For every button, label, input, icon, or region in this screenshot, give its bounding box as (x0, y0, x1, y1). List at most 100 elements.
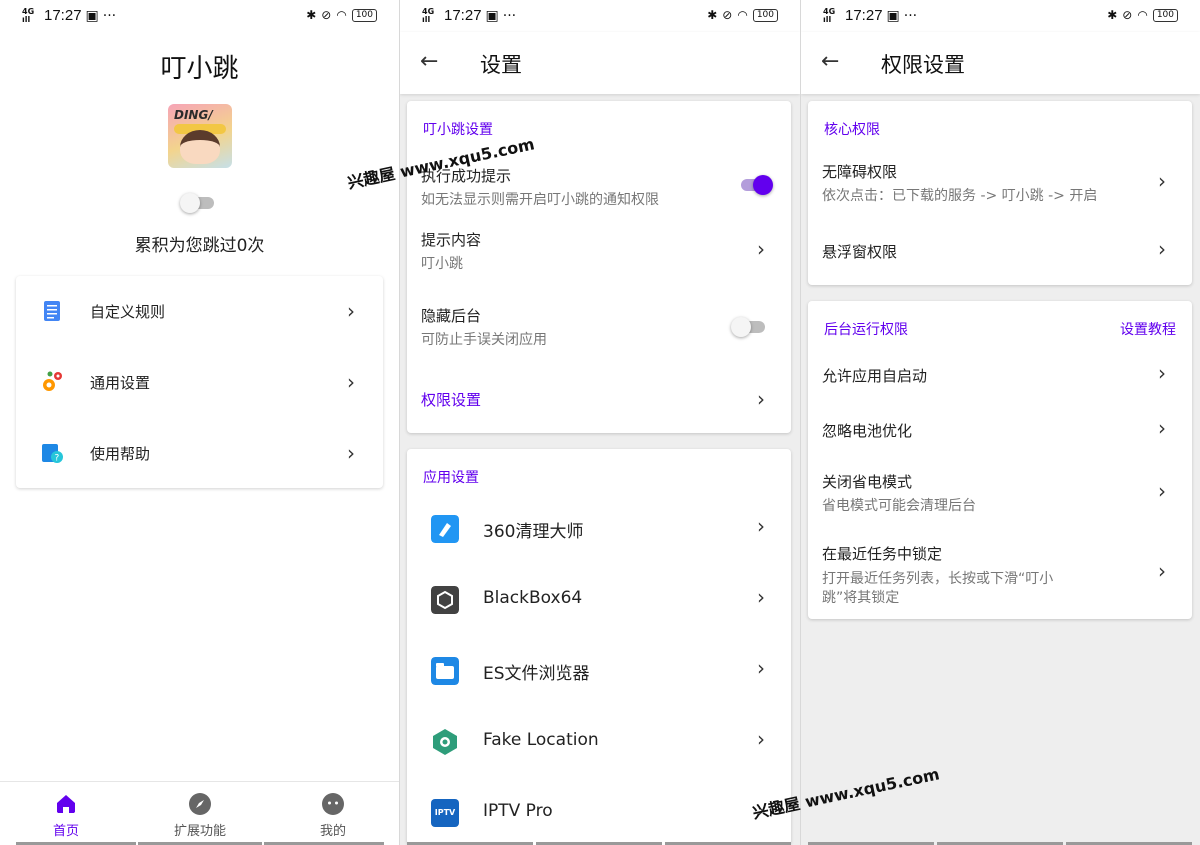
app-row-blackbox64[interactable]: BlackBox64 › (407, 565, 791, 635)
row-battery-optimization[interactable]: 忽略电池优化 › (808, 412, 1192, 452)
chevron-right-icon: › (347, 370, 355, 394)
mute-icon: ⊘ (321, 8, 332, 22)
row-title: 悬浮窗权限 (822, 243, 898, 261)
battery-icon: 100 (351, 8, 377, 22)
chevron-right-icon: › (347, 299, 355, 323)
row-notice-content[interactable]: 提示内容 叮小跳 › (407, 223, 791, 279)
signal-icon: 4G ıll (823, 6, 836, 24)
box-icon (431, 586, 459, 614)
row-permission-settings[interactable]: 权限设置 › (407, 381, 791, 421)
status-bar: 4G ıll 17:27 ▣ ··· ✱ ⊘ ◠ 100 (801, 0, 1200, 32)
mute-icon: ⊘ (1122, 8, 1133, 22)
bluetooth-icon: ✱ (707, 8, 718, 22)
more-icon: ··· (102, 7, 117, 24)
row-accessibility[interactable]: 无障碍权限 依次点击：已下载的服务 -> 叮小跳 -> 开启 › (808, 157, 1192, 213)
back-arrow-icon[interactable]: ← (420, 50, 444, 74)
row-title: 提示内容 (421, 231, 482, 249)
iptv-icon: IPTV (431, 799, 459, 827)
row-subtitle: 依次点击：已下载的服务 -> 叮小跳 -> 开启 (822, 188, 1098, 204)
nav-item-profile[interactable]: 我的 (283, 792, 383, 839)
chevron-right-icon: › (1158, 416, 1166, 440)
chevron-right-icon: › (1158, 479, 1166, 503)
app-row-es-file-explorer[interactable]: ES文件浏览器 › (407, 636, 791, 706)
chevron-right-icon: › (757, 387, 765, 411)
battery-icon: 100 (1152, 8, 1178, 22)
app-row-iptv-pro[interactable]: IPTV IPTV Pro › (407, 778, 791, 845)
nav-item-extensions[interactable]: 扩展功能 (150, 792, 250, 839)
wifi-icon: ◠ (336, 8, 347, 22)
row-title: 允许应用自启动 (822, 367, 928, 385)
row-auto-start[interactable]: 允许应用自启动 › (808, 357, 1192, 397)
service-toggle[interactable] (180, 193, 216, 213)
mute-icon: ⊘ (722, 8, 733, 22)
document-icon (44, 301, 60, 321)
menu-item-general-settings[interactable]: 通用设置 › (16, 347, 383, 417)
signal-icon: 4G ıll (22, 6, 35, 24)
home-screen: 4G ıll 17:27 ▣ ··· ✱ ⊘ ◠ 100 叮小跳 DING/ 累积… (0, 0, 399, 845)
battery-icon: 100 (752, 8, 778, 22)
row-hide-background[interactable]: 隐藏后台 可防止手误关闭应用 (407, 299, 791, 355)
row-title: 隐藏后台 (421, 307, 482, 325)
row-title: 在最近任务中锁定 (822, 545, 943, 563)
row-subtitle: 跳”将其锁定 (822, 590, 900, 606)
wifi-icon: ◠ (737, 8, 748, 22)
permission-settings-screen: 4G ıll 17:27 ▣ ··· ✱ ⊘ ◠ 100 ← 权限设置 核心权限 … (801, 0, 1200, 845)
chevron-right-icon: › (757, 656, 765, 680)
chevron-right-icon: › (1158, 361, 1166, 385)
row-subtitle: 可防止手误关闭应用 (421, 332, 547, 348)
app-row-fake-location[interactable]: Fake Location › (407, 707, 791, 777)
row-subtitle: 叮小跳 (421, 256, 463, 272)
home-menu-card: 自定义规则 › 通用设置 › ? 使用帮助 › (16, 276, 383, 488)
app-row-360-cleaner[interactable]: 360清理大师 › (407, 494, 791, 564)
bluetooth-icon: ✱ (306, 8, 317, 22)
bottom-navigation: 首页 扩展功能 我的 (0, 781, 399, 845)
row-subtitle: 如无法显示则需开启叮小跳的通知权限 (421, 192, 659, 208)
tutorial-link[interactable]: 设置教程 (1120, 319, 1176, 339)
chevron-right-icon: › (1158, 237, 1166, 261)
status-bar: 4G ıll 17:27 ▣ ··· ✱ ⊘ ◠ 100 (400, 0, 800, 32)
page-title: 权限设置 (881, 53, 965, 77)
status-time: 17:27 (444, 7, 482, 24)
back-arrow-icon[interactable]: ← (821, 50, 845, 74)
nav-label: 扩展功能 (173, 824, 226, 839)
more-icon: ··· (502, 7, 517, 24)
signal-icon: 4G ıll (422, 6, 435, 24)
chevron-right-icon: › (1158, 169, 1166, 193)
skip-count-text: 累积为您跳过0次 (134, 236, 265, 256)
row-lock-recent-task[interactable]: 在最近任务中锁定 打开最近任务列表，长按或下滑“叮小 跳”将其锁定 › (808, 541, 1192, 611)
app-name: IPTV Pro (483, 801, 553, 821)
clipboard-icon: ▣ (886, 7, 900, 24)
row-title: 无障碍权限 (822, 163, 898, 181)
screenshot-collage: 4G ıll 17:27 ▣ ··· ✱ ⊘ ◠ 100 叮小跳 DING/ 累积… (0, 0, 1200, 845)
row-power-saving[interactable]: 关闭省电模式 省电模式可能会清理后台 › (808, 467, 1192, 523)
hide-background-toggle[interactable] (731, 317, 767, 337)
chevron-right-icon: › (757, 237, 765, 261)
success-notice-toggle[interactable] (737, 175, 773, 195)
menu-item-label: 通用设置 (90, 373, 151, 392)
row-overlay-permission[interactable]: 悬浮窗权限 › (808, 233, 1192, 273)
home-icon (57, 795, 75, 813)
wifi-icon: ◠ (1137, 8, 1148, 22)
app-name: 360清理大师 (483, 522, 584, 542)
nav-item-home[interactable]: 首页 (16, 792, 116, 839)
row-subtitle: 省电模式可能会清理后台 (822, 498, 976, 514)
settings-gears-icon (43, 371, 62, 391)
menu-item-custom-rules[interactable]: 自定义规则 › (16, 276, 383, 346)
page-title: 设置 (480, 53, 522, 77)
menu-item-label: 使用帮助 (90, 444, 151, 463)
row-title: 权限设置 (421, 391, 482, 409)
app-logo: DING/ (168, 104, 232, 168)
folder-icon (431, 657, 459, 685)
row-subtitle: 打开最近任务列表，长按或下滑“叮小 (822, 571, 1054, 587)
nav-label: 我的 (319, 824, 346, 839)
chevron-right-icon: › (347, 441, 355, 465)
menu-item-label: 自定义规则 (90, 302, 166, 321)
chevron-right-icon: › (757, 514, 765, 538)
section-title: 后台运行权限 (824, 322, 908, 338)
menu-item-help[interactable]: ? 使用帮助 › (16, 418, 383, 488)
clipboard-icon: ▣ (485, 7, 499, 24)
app-name: BlackBox64 (483, 588, 583, 608)
status-bar: 4G ıll 17:27 ▣ ··· ✱ ⊘ ◠ 100 (0, 0, 399, 32)
profile-icon (322, 793, 344, 815)
nav-label: 首页 (52, 824, 79, 839)
